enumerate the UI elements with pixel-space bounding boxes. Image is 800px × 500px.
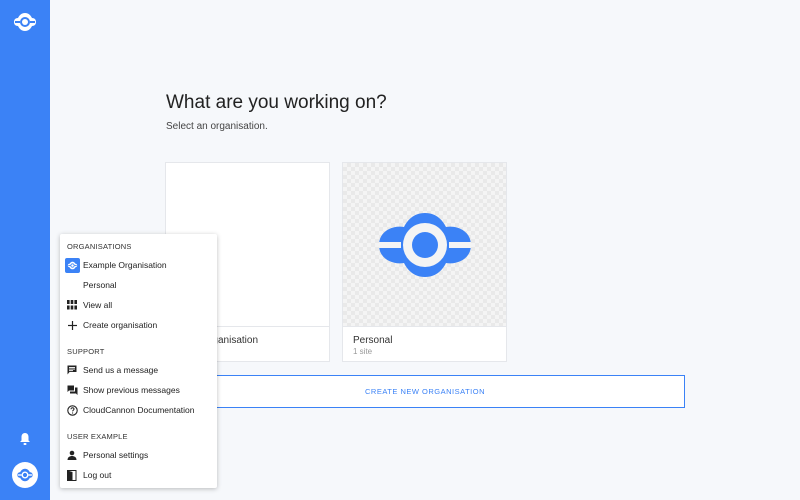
page-title: What are you working on? — [166, 92, 387, 113]
menu-item-label: Log out — [83, 470, 112, 480]
person-icon — [67, 450, 77, 460]
forum-icon — [67, 385, 77, 395]
organisation-thumbnail — [343, 163, 506, 327]
menu-item-label: Personal — [83, 280, 117, 290]
cloudcannon-logo-icon — [64, 257, 80, 273]
page-subtitle: Select an organisation. — [166, 121, 268, 132]
organisation-card-name: Personal — [353, 335, 393, 346]
cloudcannon-logo-icon[interactable] — [12, 9, 38, 35]
account-dropdown-menu: ORGANISATIONS Example Organisation Perso… — [60, 234, 217, 488]
plus-icon — [67, 320, 77, 330]
account-menu-button[interactable] — [12, 462, 38, 488]
cloudcannon-logo-icon — [379, 213, 471, 277]
menu-item-previous-messages[interactable]: Show previous messages — [60, 380, 217, 400]
menu-heading-support: SUPPORT — [67, 347, 105, 356]
logout-icon — [67, 469, 77, 481]
menu-item-send-message[interactable]: Send us a message — [60, 360, 217, 380]
cloudcannon-logo-icon — [17, 468, 33, 482]
menu-item-label: Example Organisation — [83, 260, 167, 270]
menu-item-label: Create organisation — [83, 320, 158, 330]
menu-item-label: Send us a message — [83, 365, 159, 375]
help-icon — [66, 404, 78, 416]
menu-item-view-all[interactable]: View all — [60, 295, 217, 315]
menu-item-example-organisation[interactable]: Example Organisation — [60, 255, 217, 275]
message-icon — [67, 365, 77, 375]
menu-heading-user: USER EXAMPLE — [67, 432, 128, 441]
grid-icon — [67, 300, 77, 310]
menu-item-log-out[interactable]: Log out — [60, 465, 217, 485]
create-organisation-button[interactable]: CREATE NEW ORGANISATION — [165, 375, 685, 408]
menu-item-personal-settings[interactable]: Personal settings — [60, 445, 217, 465]
menu-item-label: Show previous messages — [83, 385, 180, 395]
menu-item-label: View all — [83, 300, 113, 310]
menu-item-label: CloudCannon Documentation — [83, 405, 195, 415]
menu-item-personal[interactable]: Personal — [60, 275, 217, 295]
organisation-card-personal[interactable]: Personal 1 site — [342, 162, 507, 362]
menu-heading-organisations: ORGANISATIONS — [67, 242, 132, 251]
sidebar — [0, 0, 50, 500]
menu-item-label: Personal settings — [83, 450, 149, 460]
menu-item-create-organisation[interactable]: Create organisation — [60, 315, 217, 335]
bell-icon[interactable] — [18, 432, 32, 446]
organisation-card-meta: 1 site — [353, 347, 373, 356]
menu-item-documentation[interactable]: CloudCannon Documentation — [60, 400, 217, 420]
